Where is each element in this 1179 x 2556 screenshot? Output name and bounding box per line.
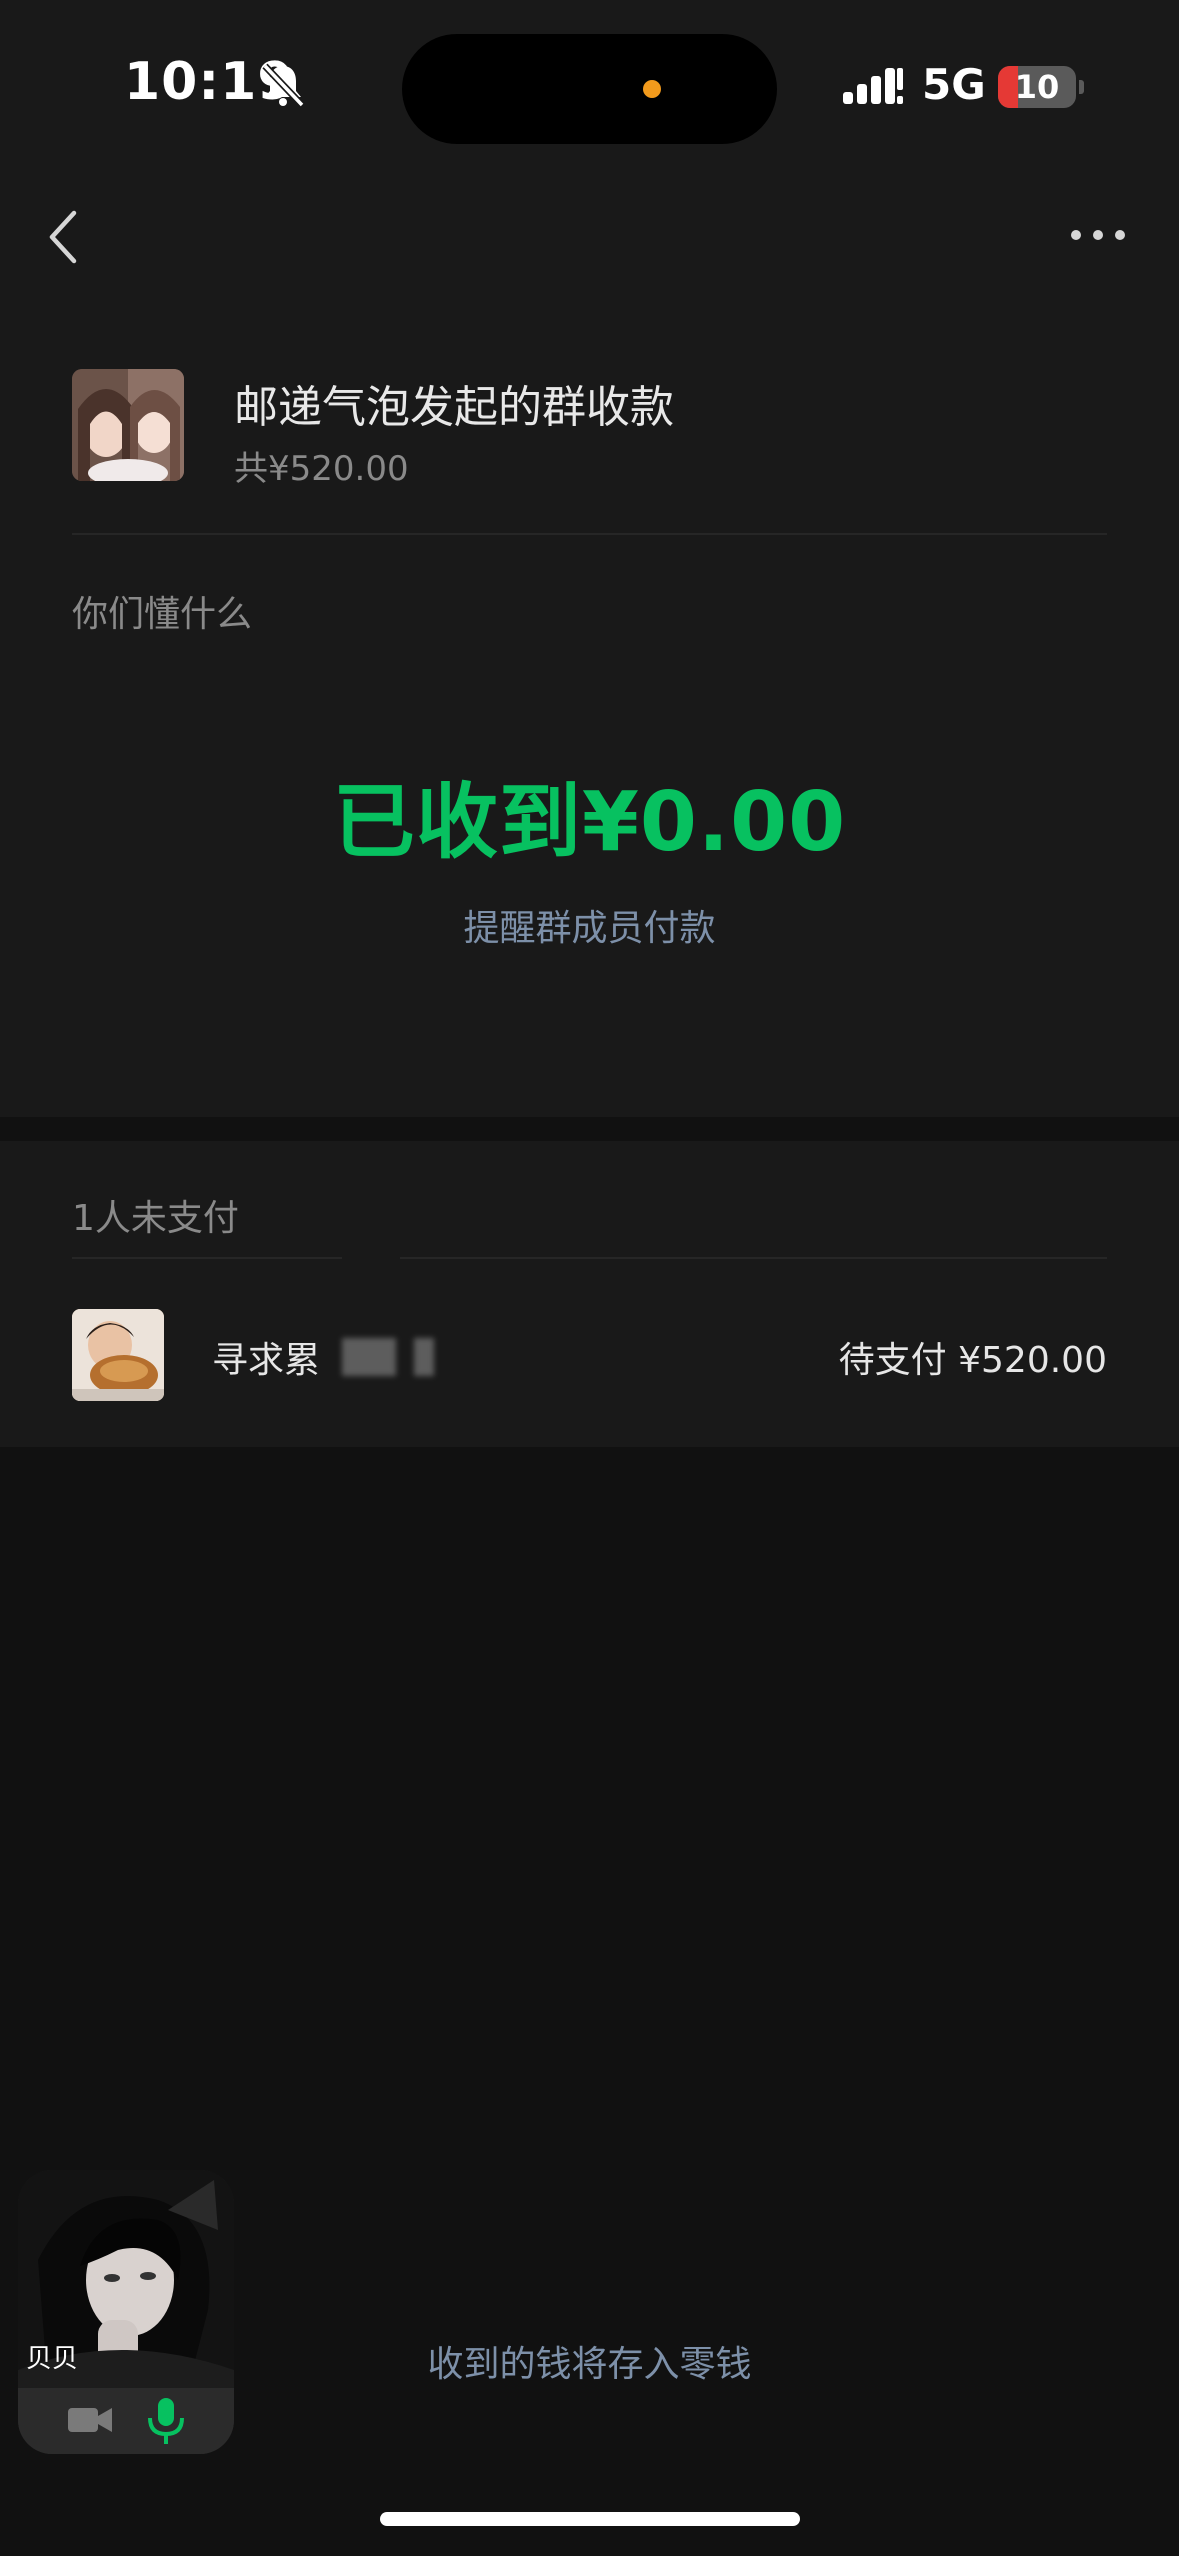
video-camera-icon[interactable]	[66, 2402, 114, 2438]
network-type: 5G	[922, 60, 986, 109]
member-avatar[interactable]	[72, 1309, 164, 1401]
call-controls	[18, 2388, 234, 2454]
member-payment-status: 待支付 ¥520.00	[838, 1340, 1107, 1381]
battery-nub	[1079, 80, 1084, 94]
chevron-left-icon[interactable]	[36, 195, 96, 275]
nav-bar	[0, 175, 1179, 295]
status-bar: 10:19 5G 10	[0, 0, 1179, 175]
received-amount: 已收到¥0.00	[332, 775, 847, 870]
payment-request-card: 邮递气泡发起的群收款 共¥520.00 你们懂什么 已收到¥0.00 提醒群成员…	[0, 295, 1179, 1117]
privacy-indicator	[643, 80, 661, 98]
unpaid-section: 1人未支付 寻求累 待支付 ¥520.00	[0, 1141, 1179, 1447]
signal-icon	[843, 68, 903, 104]
group-payment-screen: 10:19 5G 10 邮递气泡发起的群收款 共¥520.00 你们懂什么 已收…	[0, 0, 1179, 2556]
divider	[400, 1257, 1107, 1259]
member-name[interactable]: 寻求累	[212, 1331, 320, 1383]
unpaid-count: 1人未支付	[72, 1198, 239, 1239]
ellipsis-icon[interactable]	[1060, 200, 1140, 270]
dynamic-island	[402, 34, 777, 144]
divider	[72, 1257, 342, 1259]
request-title: 邮递气泡发起的群收款	[234, 382, 674, 433]
floating-call-window[interactable]: 贝贝	[18, 2170, 234, 2454]
home-indicator[interactable]	[380, 2512, 800, 2526]
footer-note: 收到的钱将存入零钱	[427, 2344, 752, 2385]
redacted-name	[414, 1338, 434, 1376]
request-note: 你们懂什么	[72, 594, 253, 635]
bell-slash-icon	[262, 63, 305, 108]
redacted-name	[342, 1338, 396, 1376]
remind-members-link[interactable]: 提醒群成员付款	[0, 899, 1179, 951]
group-avatar	[72, 369, 184, 481]
divider	[72, 533, 1107, 535]
microphone-icon[interactable]	[142, 2396, 190, 2446]
battery-level: 10	[1014, 68, 1060, 106]
request-total: 共¥520.00	[234, 449, 409, 489]
battery-charging-icon: 10	[998, 66, 1076, 108]
